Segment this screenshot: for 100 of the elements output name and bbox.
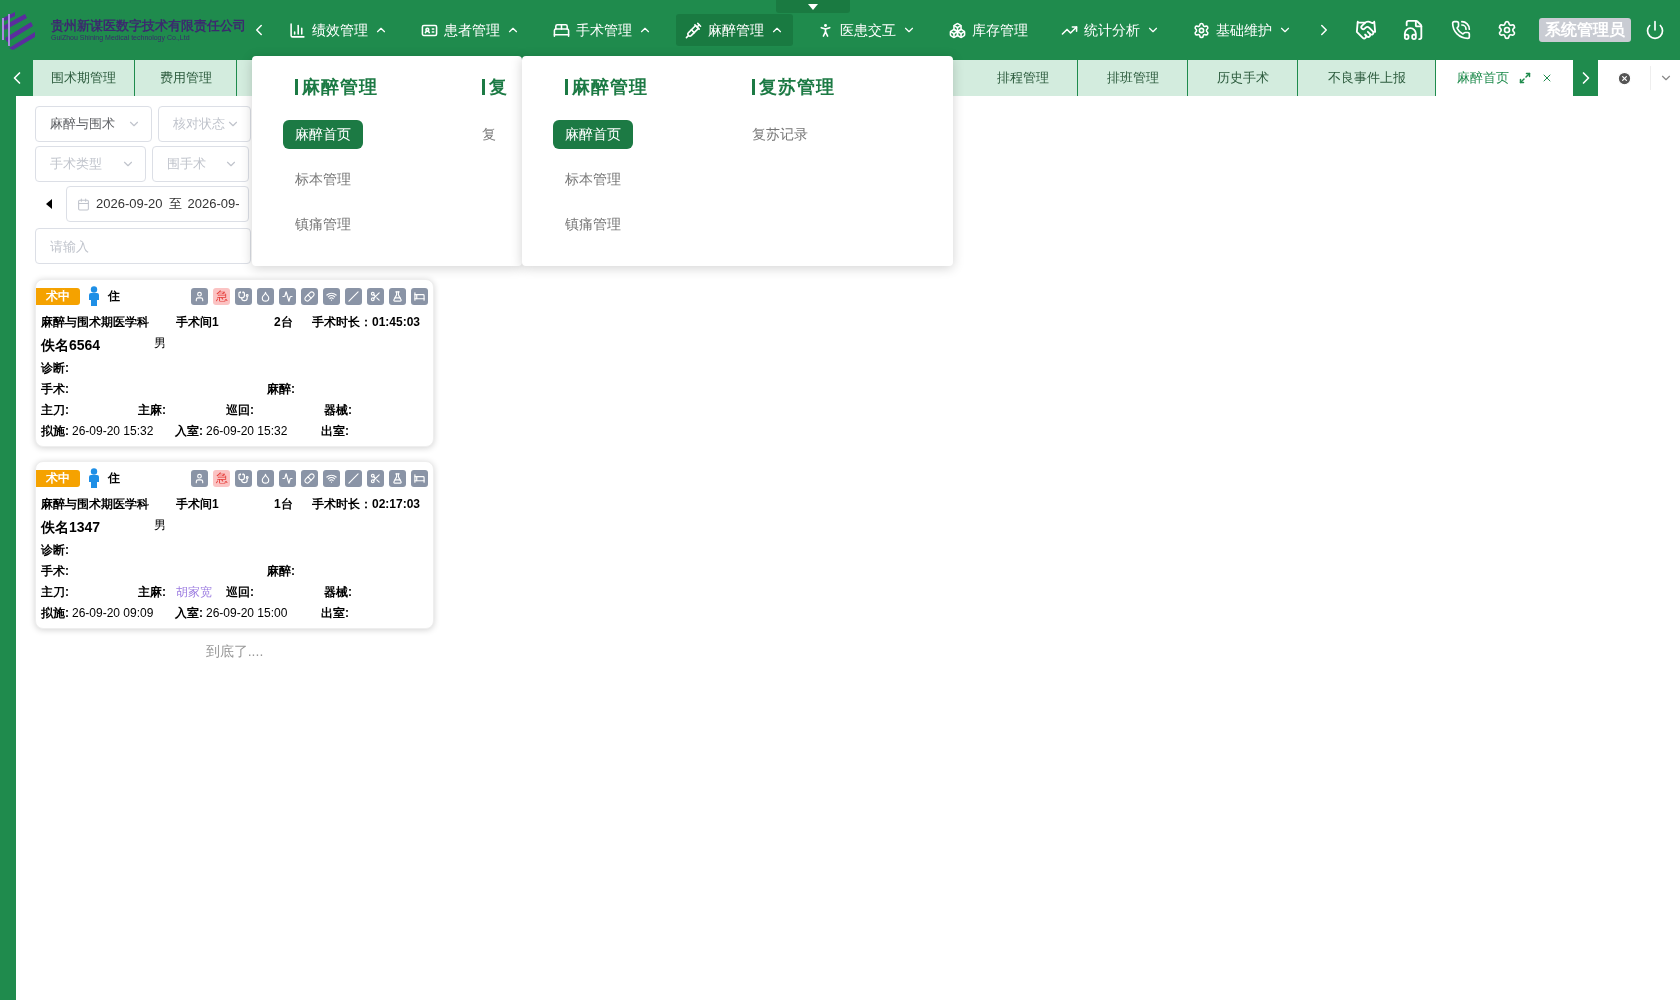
collapse-handle[interactable]: [776, 0, 850, 13]
flask-icon[interactable]: [389, 287, 406, 305]
field-label: 主麻:: [138, 584, 166, 601]
pulse-icon[interactable]: [279, 469, 296, 487]
field-label: 麻醉:: [267, 381, 295, 398]
status-tag: 术中: [36, 287, 80, 305]
person-icon[interactable]: [191, 469, 208, 487]
field-label: 入室:: [175, 423, 203, 440]
menu-item[interactable]: 复苏记录: [740, 120, 820, 149]
close-all-icon[interactable]: [1616, 70, 1632, 86]
surgery-card[interactable]: 术中 住 急 麻醉与围术期医学科 手术间1 1台 手术时长：02:17:03 佚名1347 男 诊断: 手术: 麻醉: 主刀: 主麻: 胡家宽 巡回: 器械: 拟施: 26-09-20 09:09 入室: 26-09-20 15:00 出室:: [35, 461, 434, 629]
urgent-tag: 急: [213, 469, 230, 487]
caret-icon: [808, 3, 818, 10]
tab[interactable]: 围术期管理: [33, 60, 135, 96]
nav-item[interactable]: 手术管理: [544, 14, 661, 46]
nav-item[interactable]: 麻醉管理: [676, 14, 793, 46]
handshake-icon[interactable]: [1355, 19, 1377, 41]
field-label: 诊断:: [41, 360, 69, 377]
menu-item[interactable]: 麻醉首页: [553, 120, 633, 149]
nav-item[interactable]: 库存管理: [940, 14, 1037, 46]
prev-date-icon[interactable]: [46, 199, 52, 209]
date-start: 2026-09-20: [96, 195, 163, 214]
field-label: 巡回:: [226, 402, 255, 419]
power-icon[interactable]: [1645, 20, 1665, 40]
bed-icon[interactable]: [411, 287, 428, 305]
case-count: 1台: [274, 496, 294, 513]
tab[interactable]: 排班管理: [1078, 60, 1188, 96]
duration-label: 手术时长：: [312, 314, 372, 331]
settings-icon: [1193, 21, 1210, 39]
nav-item[interactable]: 患者管理: [412, 14, 529, 46]
bed-icon[interactable]: [411, 469, 428, 487]
audio-file-icon[interactable]: [1403, 19, 1425, 41]
menu-item[interactable]: 标本管理: [553, 165, 633, 194]
phone-icon[interactable]: [1451, 20, 1471, 40]
pill-icon[interactable]: [301, 287, 318, 305]
field-label: 出室:: [321, 423, 349, 440]
slash-icon[interactable]: [345, 287, 362, 305]
field-value: 26-09-20 15:32: [206, 423, 289, 440]
stethoscope-icon[interactable]: [235, 287, 252, 305]
field-label: 主麻:: [138, 402, 166, 419]
expand-icon[interactable]: [1518, 72, 1531, 84]
field-label: 主刀:: [41, 584, 70, 601]
nav-item[interactable]: 医患交互: [808, 14, 925, 46]
tab[interactable]: 历史手术: [1188, 60, 1298, 96]
company-name: 贵州新谋医数字技术有限责任公司: [51, 19, 246, 32]
boxes-icon: [949, 21, 966, 39]
search-field[interactable]: 请输入: [35, 228, 251, 264]
field-value: 26-09-20 15:32: [72, 423, 155, 440]
person-icon[interactable]: [191, 287, 208, 305]
field-label: 器械:: [324, 402, 352, 419]
menu-item[interactable]: 复: [470, 120, 508, 149]
nav-item[interactable]: 基础维护: [1184, 14, 1301, 46]
person-icon: [88, 468, 100, 488]
field-label: 巡回:: [226, 584, 255, 601]
bed-icon: [553, 21, 570, 39]
scissors-icon[interactable]: [367, 469, 384, 487]
field-label: 出室:: [321, 605, 349, 622]
settings-icon[interactable]: [1497, 20, 1517, 40]
menu-heading: 复: [489, 75, 508, 99]
wifi-icon[interactable]: [323, 287, 340, 305]
droplet-icon[interactable]: [257, 287, 274, 305]
droplet-icon[interactable]: [257, 469, 274, 487]
field-label: 器械:: [324, 584, 352, 601]
anesthetist-name[interactable]: 胡家宽: [176, 583, 212, 601]
field-label: 麻醉:: [267, 563, 295, 580]
menu-heading: 麻醉管理: [302, 75, 378, 99]
field-label: 诊断:: [41, 542, 69, 559]
nav-item[interactable]: 统计分析: [1052, 14, 1169, 46]
flask-icon[interactable]: [389, 469, 406, 487]
pill-icon[interactable]: [301, 469, 318, 487]
patient-name: 佚名6564: [41, 335, 102, 355]
tab[interactable]: 麻醉首页: [1436, 60, 1574, 96]
menu-item[interactable]: 麻醉首页: [283, 120, 363, 149]
urgent-tag: 急: [213, 287, 230, 305]
wifi-icon[interactable]: [323, 469, 340, 487]
date-range-field[interactable]: 2026-09-20 至 2026-09-: [66, 186, 249, 222]
scissors-icon[interactable]: [367, 287, 384, 305]
nav-item[interactable]: 绩效管理: [280, 14, 397, 46]
pulse-icon[interactable]: [279, 287, 296, 305]
select-field[interactable]: 麻醉与围术: [35, 106, 152, 142]
duration: 01:45:03: [372, 314, 421, 331]
person-icon: [88, 286, 100, 306]
department: 麻醉与围术期医学科: [41, 314, 150, 331]
duration: 02:17:03: [372, 496, 421, 513]
menu-item[interactable]: 镇痛管理: [553, 210, 633, 239]
tab[interactable]: 排程管理: [968, 60, 1078, 96]
menu-item[interactable]: 标本管理: [283, 165, 363, 194]
case-count: 2台: [274, 314, 294, 331]
tab[interactable]: 费用管理: [135, 60, 237, 96]
tab[interactable]: 不良事件上报: [1298, 60, 1436, 96]
menu-heading: 麻醉管理: [572, 75, 648, 99]
surgery-card[interactable]: 术中 住 急 麻醉与围术期医学科 手术间1 2台 手术时长：01:45:03 佚名6564 男 诊断: 手术: 麻醉: 主刀: 主麻: 巡回: 器械: 拟施: 26-09-20 15:32 入室: 26-09-20 15:32 出室:: [35, 279, 434, 447]
menu-item[interactable]: 镇痛管理: [283, 210, 363, 239]
field-label: 主刀:: [41, 402, 70, 419]
stethoscope-icon[interactable]: [235, 469, 252, 487]
date-end: 2026-09-: [187, 195, 240, 214]
bar-chart-icon: [289, 21, 306, 39]
slash-icon[interactable]: [345, 469, 362, 487]
menu-heading: 复苏管理: [759, 75, 835, 99]
department: 麻醉与围术期医学科: [41, 496, 150, 513]
